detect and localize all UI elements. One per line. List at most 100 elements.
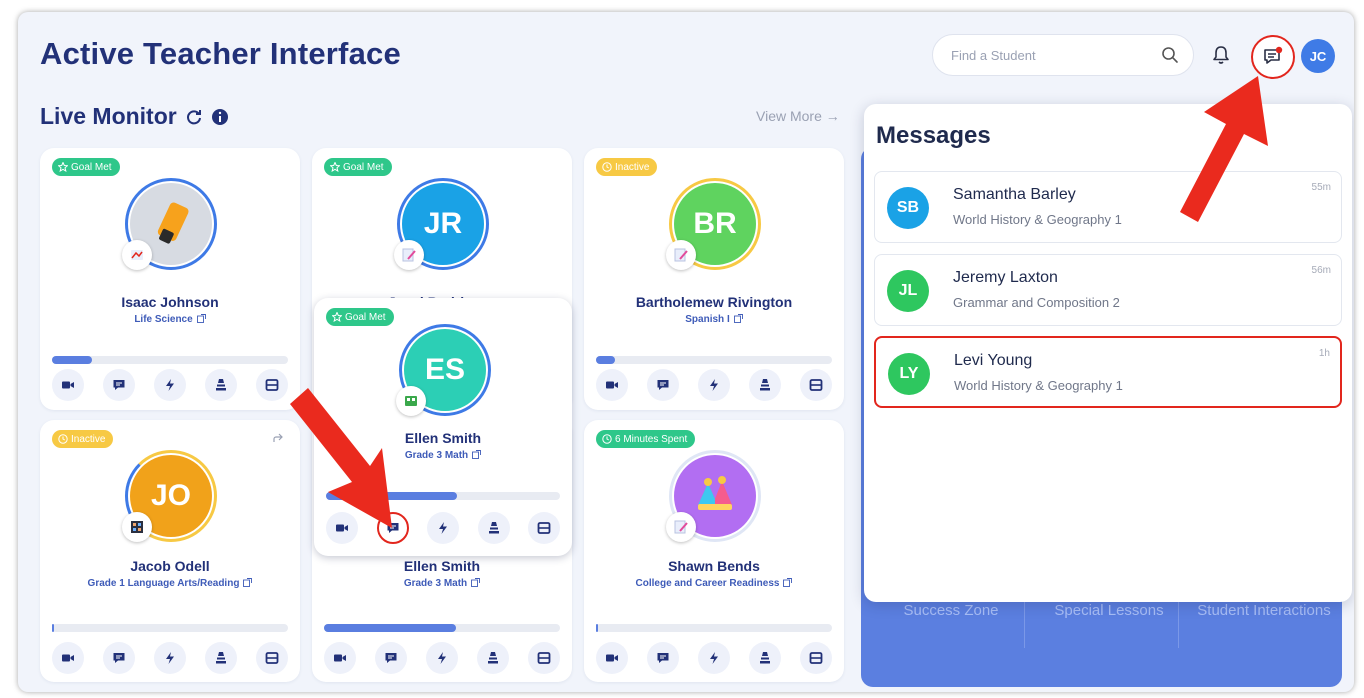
assignments-button[interactable] bbox=[205, 642, 237, 674]
subject-icon bbox=[394, 240, 424, 270]
app-window: Active Teacher Interface JC Live Monitor… bbox=[18, 12, 1354, 692]
student-course[interactable]: Life Science bbox=[40, 314, 300, 325]
progress-bar-fill bbox=[52, 356, 93, 364]
stack-icon bbox=[488, 522, 499, 534]
link-icon[interactable] bbox=[272, 432, 284, 444]
course-label: Grade 3 Math bbox=[403, 578, 468, 589]
external-link-icon bbox=[783, 578, 793, 587]
star-icon bbox=[330, 162, 340, 172]
info-icon[interactable] bbox=[211, 108, 229, 126]
message-button[interactable] bbox=[647, 369, 679, 401]
message-item[interactable]: JL Jeremy Laxton Grammar and Composition… bbox=[874, 254, 1342, 326]
student-name[interactable]: Shawn Bends bbox=[584, 558, 844, 574]
bell-icon[interactable] bbox=[1210, 44, 1232, 66]
message-item-selected[interactable]: LY Levi Young World History & Geography … bbox=[874, 336, 1342, 408]
quick-action-button[interactable] bbox=[426, 642, 458, 674]
quick-action-button[interactable] bbox=[698, 642, 730, 674]
clock-icon bbox=[602, 434, 612, 444]
message-button[interactable] bbox=[103, 642, 135, 674]
message-button[interactable] bbox=[647, 642, 679, 674]
student-course[interactable]: Spanish I bbox=[584, 314, 844, 325]
film-icon bbox=[265, 652, 279, 664]
student-name[interactable]: Isaac Johnson bbox=[40, 294, 300, 310]
recordings-button[interactable] bbox=[256, 369, 288, 401]
video-button[interactable] bbox=[52, 642, 84, 674]
student-course[interactable]: College and Career Readiness bbox=[584, 578, 844, 589]
assignments-button[interactable] bbox=[749, 642, 781, 674]
recordings-button[interactable] bbox=[800, 642, 832, 674]
course-label: Grade 3 Math bbox=[404, 450, 469, 461]
recordings-button[interactable] bbox=[256, 642, 288, 674]
quick-action-button[interactable] bbox=[154, 642, 186, 674]
messages-button[interactable] bbox=[1251, 35, 1295, 79]
student-course[interactable]: Grade 3 Math bbox=[312, 578, 572, 589]
quick-action-button[interactable] bbox=[154, 369, 186, 401]
student-course[interactable]: Grade 1 Language Arts/Reading bbox=[40, 578, 300, 589]
quick-action-button[interactable] bbox=[427, 512, 459, 544]
external-link-icon bbox=[196, 314, 206, 323]
view-more-link[interactable]: View More → bbox=[756, 108, 840, 124]
student-search[interactable] bbox=[932, 34, 1194, 76]
message-avatar: LY bbox=[888, 353, 930, 395]
status-badge-label: Goal Met bbox=[71, 161, 112, 173]
status-badge: Goal Met bbox=[52, 158, 120, 176]
success-zone-button[interactable]: Success Zone bbox=[896, 600, 1006, 622]
refresh-icon[interactable] bbox=[185, 108, 203, 126]
search-icon[interactable] bbox=[1161, 46, 1179, 64]
chat-icon bbox=[1264, 46, 1283, 64]
recordings-button[interactable] bbox=[800, 369, 832, 401]
message-item[interactable]: SB Samantha Barley World History & Geogr… bbox=[874, 171, 1342, 243]
assignments-button[interactable] bbox=[749, 369, 781, 401]
quick-action-button[interactable] bbox=[698, 369, 730, 401]
student-interactions-button[interactable]: Student Interactions bbox=[1194, 600, 1334, 622]
student-name[interactable]: Bartholemew Rivington bbox=[584, 294, 844, 310]
subject-icon bbox=[122, 512, 152, 542]
message-button[interactable] bbox=[103, 369, 135, 401]
special-lessons-button[interactable]: Special Lessons bbox=[1054, 600, 1164, 622]
clock-icon bbox=[58, 434, 68, 444]
jester-hat-icon bbox=[698, 476, 732, 510]
lightning-icon bbox=[710, 652, 718, 664]
student-name[interactable]: Jacob Odell bbox=[40, 558, 300, 574]
student-card[interactable]: Goal Met Isaac Johnson Life Science bbox=[40, 148, 300, 410]
student-card[interactable]: Inactive JO Jacob Odell Grade 1 Language… bbox=[40, 420, 300, 682]
video-button[interactable] bbox=[324, 642, 356, 674]
assignments-button[interactable] bbox=[205, 369, 237, 401]
clock-icon bbox=[602, 162, 612, 172]
video-button[interactable] bbox=[52, 369, 84, 401]
student-card[interactable]: Inactive BR Bartholemew Rivington Spanis… bbox=[584, 148, 844, 410]
action-row bbox=[52, 369, 288, 401]
video-button[interactable] bbox=[596, 642, 628, 674]
film-icon bbox=[265, 379, 279, 391]
video-button[interactable] bbox=[596, 369, 628, 401]
progress-bar-fill bbox=[324, 624, 457, 632]
star-icon bbox=[332, 312, 342, 322]
progress-bar-fill bbox=[52, 624, 55, 632]
assignments-button[interactable] bbox=[477, 512, 510, 544]
subject-icon bbox=[122, 240, 152, 270]
recordings-button[interactable] bbox=[528, 512, 560, 544]
status-badge-label: Inactive bbox=[71, 433, 106, 445]
writing-icon bbox=[674, 248, 688, 262]
message-avatar: JL bbox=[887, 270, 929, 312]
action-row bbox=[324, 642, 560, 674]
course-label: Spanish I bbox=[685, 314, 730, 325]
message-button[interactable] bbox=[375, 642, 407, 674]
message-avatar: SB bbox=[887, 187, 929, 229]
recordings-button[interactable] bbox=[528, 642, 560, 674]
messages-popover: Messages SB Samantha Barley World Histor… bbox=[864, 104, 1352, 602]
external-link-icon bbox=[733, 314, 743, 323]
progress-bar-fill bbox=[596, 356, 615, 364]
annotation-arrow bbox=[290, 388, 392, 528]
message-time: 55m bbox=[1311, 182, 1331, 193]
star-icon bbox=[58, 162, 68, 172]
film-reel-icon bbox=[131, 521, 143, 533]
external-link-icon bbox=[471, 578, 481, 587]
video-icon bbox=[62, 381, 74, 389]
assignments-button[interactable] bbox=[477, 642, 509, 674]
user-avatar[interactable]: JC bbox=[1301, 39, 1335, 73]
search-input[interactable] bbox=[951, 47, 1161, 63]
video-icon bbox=[606, 381, 618, 389]
student-card[interactable]: 6 Minutes Spent Shawn Bends College and … bbox=[584, 420, 844, 682]
student-name[interactable]: Ellen Smith bbox=[312, 558, 572, 574]
